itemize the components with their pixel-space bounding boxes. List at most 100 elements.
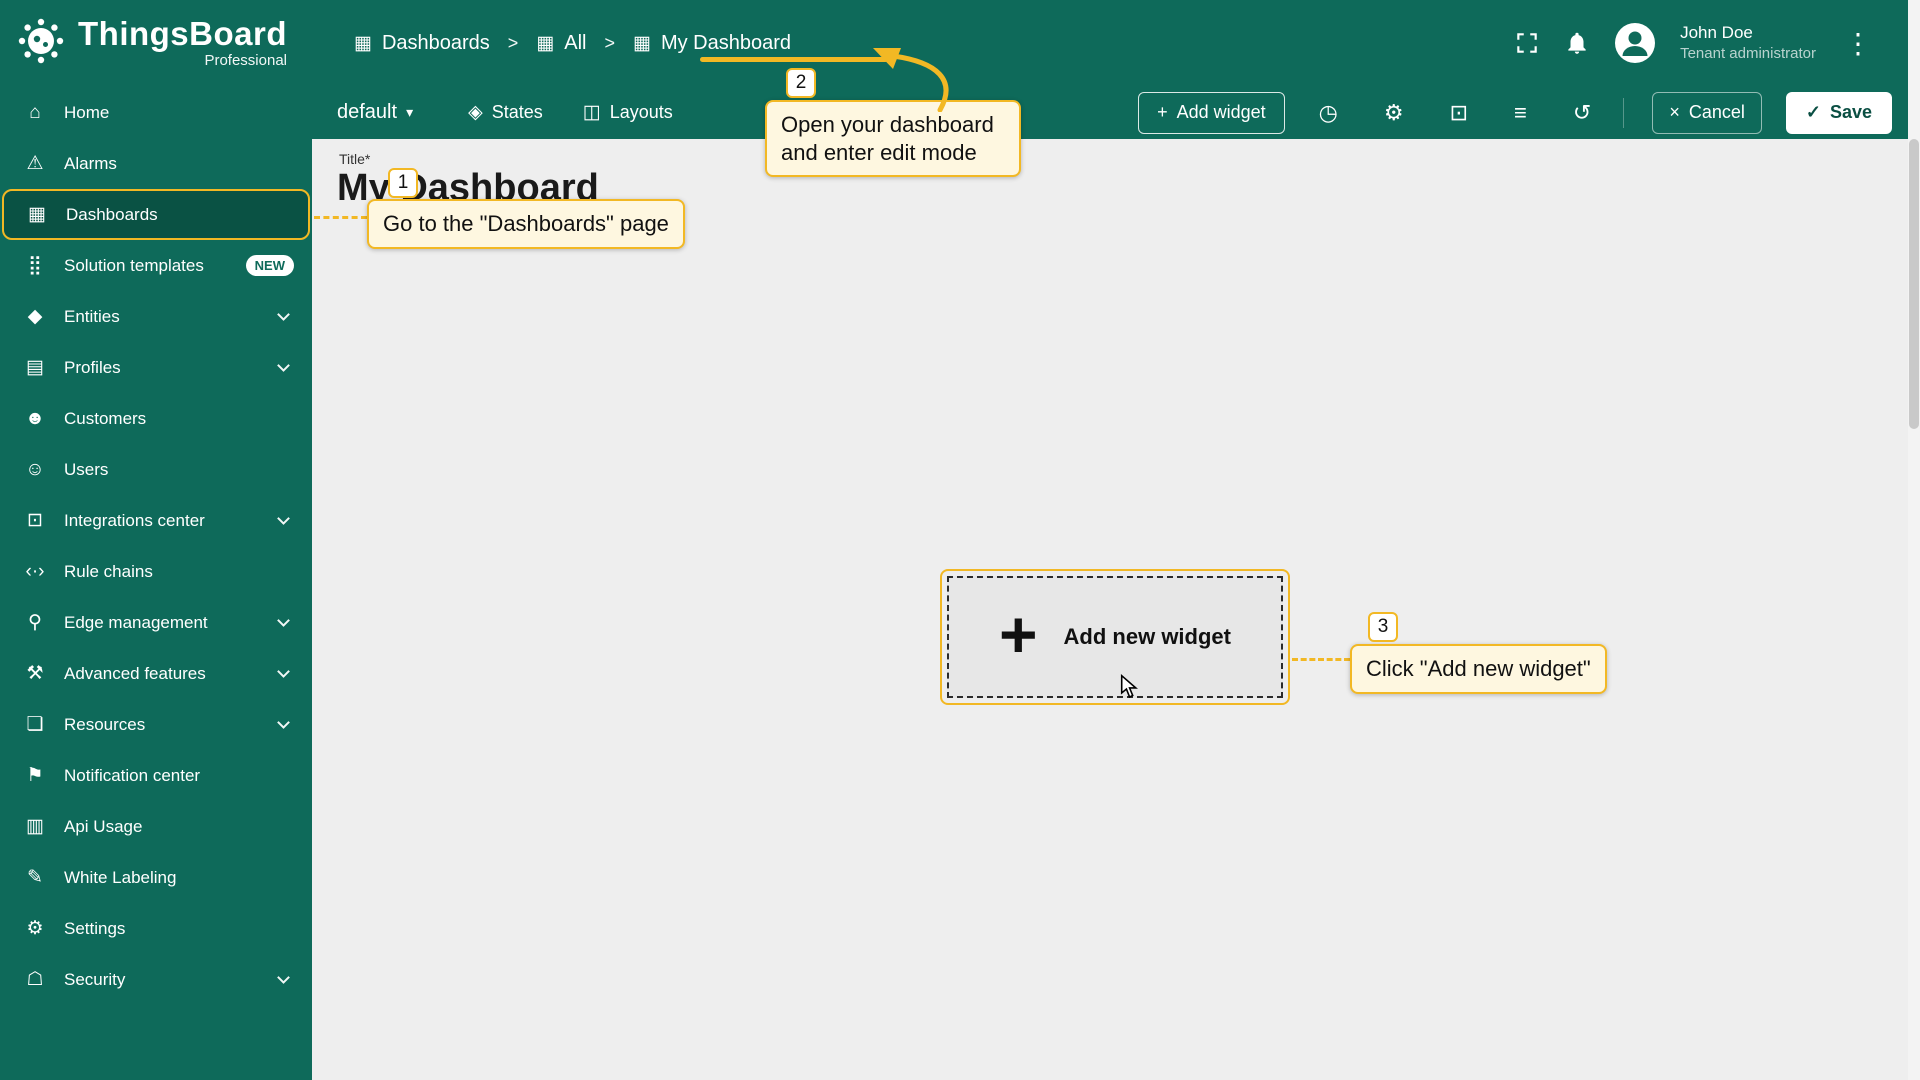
layout-select-value: default xyxy=(337,101,398,123)
entities-icon: ◆ xyxy=(27,306,43,327)
folder-icon: ❏ xyxy=(26,714,44,735)
dashboard-grid-icon: ▦ xyxy=(354,32,372,54)
plus-icon: + xyxy=(999,597,1038,671)
fullscreen-icon[interactable] xyxy=(1514,30,1540,56)
settings-gear-icon[interactable]: ⚙ xyxy=(1384,101,1404,124)
sidebar-item-edge-management[interactable]: ⚲ Edge management xyxy=(0,597,312,648)
save-button[interactable]: ✓ Save xyxy=(1785,91,1892,134)
step3-number-badge: 3 xyxy=(1368,612,1398,642)
chevron-down-icon xyxy=(277,308,290,321)
step1-number-badge: 1 xyxy=(388,168,418,198)
chevron-down-icon xyxy=(277,971,290,984)
sidebar-item-integrations-center[interactable]: ⊡ Integrations center xyxy=(0,495,312,546)
sidebar-item-customers[interactable]: ☻ Customers xyxy=(0,393,312,444)
add-widget-highlight: + Add new widget xyxy=(940,569,1290,705)
sidebar: ⌂ Home ⚠ Alarms ▦ Dashboards ⣿ Solution … xyxy=(0,86,312,1080)
states-button[interactable]: ◈ States xyxy=(468,102,543,123)
top-bar: ThingsBoard Professional ▦ Dashboards > … xyxy=(0,0,1920,86)
dashboard-canvas: Title* My Dashboard + Add new widget xyxy=(312,139,1920,1080)
step3-tooltip: Click "Add new widget" xyxy=(1350,644,1607,694)
chevron-down-icon xyxy=(277,665,290,678)
sidebar-item-rule-chains[interactable]: ‹·› Rule chains xyxy=(0,546,312,597)
user-name: John Doe xyxy=(1680,23,1753,43)
time-window-icon[interactable]: ◷ xyxy=(1319,101,1338,124)
app-name: ThingsBoard xyxy=(78,15,287,53)
dashboard-toolbar: default ▾ ◈ States ◫ Layouts + Add widge… xyxy=(312,86,1920,139)
app-subtitle: Professional xyxy=(204,51,287,69)
sidebar-item-settings[interactable]: ⚙ Settings xyxy=(0,903,312,954)
sidebar-item-entities[interactable]: ◆ Entities xyxy=(0,291,312,342)
breadcrumb-all[interactable]: ▦ All xyxy=(536,32,586,55)
profiles-icon: ▤ xyxy=(26,357,44,378)
breadcrumb-separator: > xyxy=(604,32,616,53)
add-widget-button[interactable]: + Add widget xyxy=(1138,91,1285,134)
chart-icon: ▥ xyxy=(26,816,44,837)
topbar-actions: John Doe Tenant administrator ⋮ xyxy=(1514,22,1920,64)
chevron-down-icon: ▾ xyxy=(406,104,414,120)
layouts-icon: ◫ xyxy=(582,102,601,123)
chevron-down-icon xyxy=(277,716,290,729)
home-icon: ⌂ xyxy=(29,101,41,123)
paint-icon: ✎ xyxy=(27,867,43,888)
states-icon: ◈ xyxy=(468,102,483,123)
toolbar-divider xyxy=(1623,97,1625,128)
flag-icon: ⚑ xyxy=(26,765,44,786)
new-badge: NEW xyxy=(245,255,294,276)
layout-select[interactable]: default ▾ xyxy=(337,101,413,124)
breadcrumb-dashboards[interactable]: ▦ Dashboards xyxy=(354,32,490,55)
templates-grid-icon: ⣿ xyxy=(28,255,42,276)
breadcrumb: ▦ Dashboards > ▦ All > ▦ My Dashboard xyxy=(354,32,791,55)
check-icon: ✓ xyxy=(1805,102,1821,122)
breadcrumb-label: Dashboards xyxy=(381,31,490,54)
toolbar-icons: ◷ ⚙ ⊡ ≡ ↺ xyxy=(1319,101,1592,124)
step1-tooltip: Go to the "Dashboards" page xyxy=(367,199,685,249)
vertical-scrollbar-track xyxy=(1908,0,1920,1080)
rule-chains-icon: ‹·› xyxy=(25,560,45,582)
title-field-label: Title* xyxy=(339,151,371,167)
customers-icon: ☻ xyxy=(25,407,45,429)
integrations-icon: ⊡ xyxy=(27,510,43,531)
sidebar-item-security[interactable]: ☖ Security xyxy=(0,954,312,1005)
sidebar-item-white-labeling[interactable]: ✎ White Labeling xyxy=(0,852,312,903)
layouts-button[interactable]: ◫ Layouts xyxy=(583,102,673,123)
step1-connector-line xyxy=(314,216,367,219)
breadcrumb-label: All xyxy=(564,31,587,54)
sidebar-item-profiles[interactable]: ▤ Profiles xyxy=(0,342,312,393)
cancel-button[interactable]: × Cancel xyxy=(1652,91,1762,134)
thingsboard-logo[interactable]: ThingsBoard Professional xyxy=(0,14,312,73)
sidebar-item-api-usage[interactable]: ▥ Api Usage xyxy=(0,801,312,852)
sidebar-item-solution-templates[interactable]: ⣿ Solution templates NEW xyxy=(0,240,312,291)
dashboard-grid-icon: ▦ xyxy=(633,32,651,54)
dashboards-grid-icon: ▦ xyxy=(28,204,46,225)
chevron-down-icon xyxy=(277,614,290,627)
filters-icon[interactable]: ≡ xyxy=(1514,101,1527,124)
sidebar-item-resources[interactable]: ❏ Resources xyxy=(0,699,312,750)
thingsboard-logo-icon xyxy=(14,14,68,73)
step2-number-badge: 2 xyxy=(786,68,816,98)
version-history-icon[interactable]: ↺ xyxy=(1573,101,1591,124)
breadcrumb-my-dashboard[interactable]: ▦ My Dashboard xyxy=(633,32,791,55)
sidebar-item-alarms[interactable]: ⚠ Alarms xyxy=(0,138,312,189)
sidebar-item-advanced-features[interactable]: ⚒ Advanced features xyxy=(0,648,312,699)
chevron-down-icon xyxy=(277,512,290,525)
gear-icon: ⚙ xyxy=(26,918,44,939)
entity-aliases-icon[interactable]: ⊡ xyxy=(1450,101,1468,124)
sidebar-item-dashboards[interactable]: ▦ Dashboards xyxy=(2,189,310,240)
step2-curved-arrow xyxy=(873,48,949,112)
notifications-bell-icon[interactable] xyxy=(1564,30,1590,56)
step3-connector-line xyxy=(1292,658,1350,661)
add-new-widget-box[interactable]: + Add new widget xyxy=(947,576,1283,698)
chevron-down-icon xyxy=(277,359,290,372)
alarm-warning-icon: ⚠ xyxy=(26,153,44,174)
dashboard-grid-icon: ▦ xyxy=(536,32,555,54)
sidebar-item-home[interactable]: ⌂ Home xyxy=(0,87,312,138)
vertical-scrollbar-thumb[interactable] xyxy=(1909,139,1919,429)
user-role: Tenant administrator xyxy=(1680,45,1816,63)
sidebar-item-users[interactable]: ☺ Users xyxy=(0,444,312,495)
sidebar-item-notification-center[interactable]: ⚑ Notification center xyxy=(0,750,312,801)
users-icon: ☺ xyxy=(25,458,45,480)
edge-router-icon: ⚲ xyxy=(28,612,42,633)
kebab-menu-icon[interactable]: ⋮ xyxy=(1840,27,1876,60)
tools-icon: ⚒ xyxy=(26,663,44,684)
avatar[interactable] xyxy=(1614,22,1656,64)
